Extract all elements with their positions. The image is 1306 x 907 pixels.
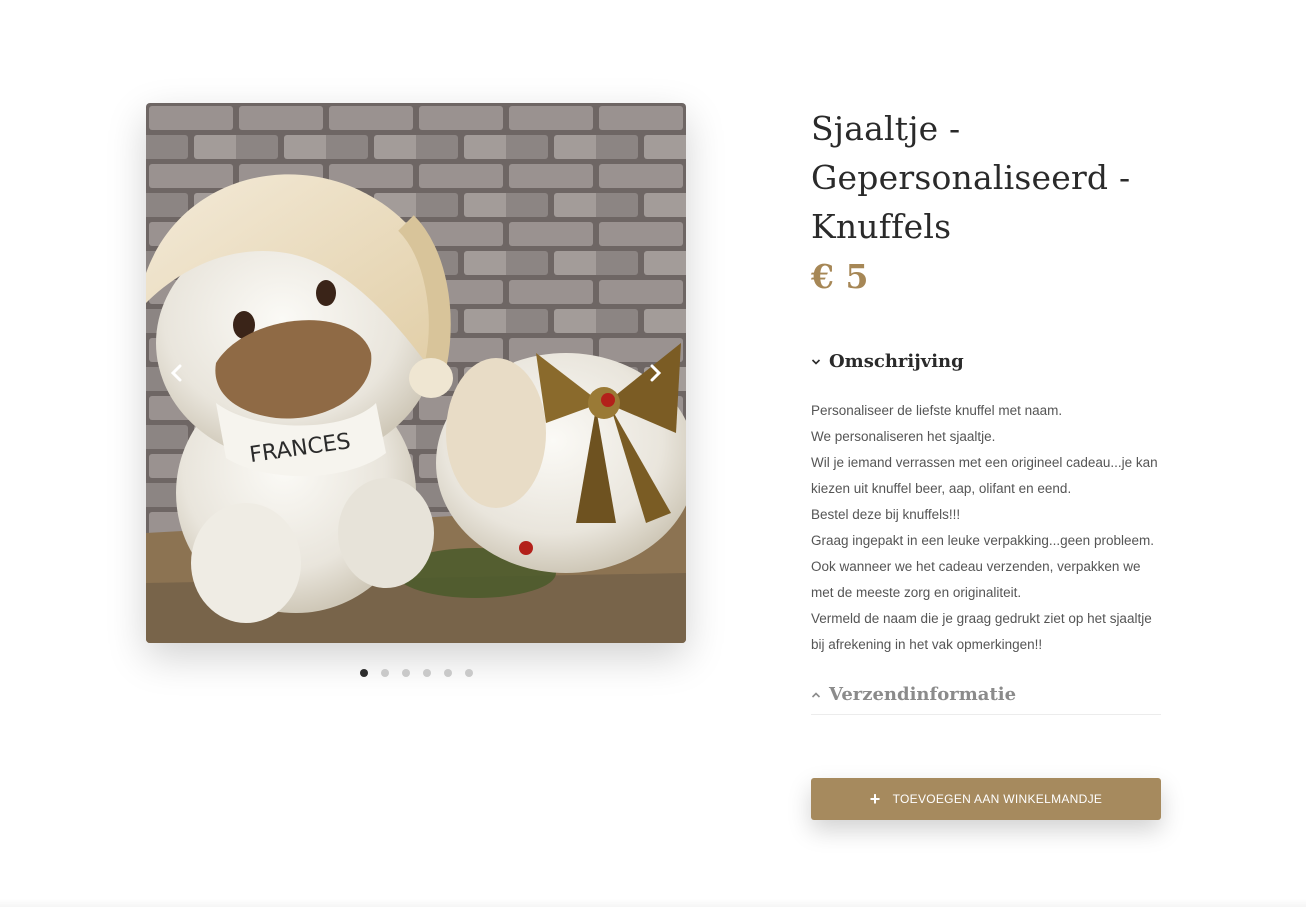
chevron-right-icon bbox=[650, 364, 662, 382]
gallery-dot-5[interactable] bbox=[443, 669, 452, 677]
page-bottom-shadow bbox=[0, 899, 1306, 907]
gallery-dot-1[interactable] bbox=[359, 669, 368, 677]
add-to-cart-label: TOEVOEGEN AAN WINKELMANDJE bbox=[892, 792, 1103, 806]
chevron-up-icon bbox=[811, 691, 825, 699]
description-text: Personaliseer de liefste knuffel met naa… bbox=[811, 398, 1161, 658]
gallery-dot-6[interactable] bbox=[464, 669, 473, 677]
product-title-line: Gepersonaliseerd - bbox=[811, 158, 1131, 197]
gallery-dot-4[interactable] bbox=[422, 669, 431, 677]
product-price: € 5 bbox=[811, 257, 869, 296]
description-line: Wil je iemand verrassen met een originee… bbox=[811, 455, 1158, 496]
add-to-cart-button[interactable]: + TOEVOEGEN AAN WINKELMANDJE bbox=[811, 778, 1161, 820]
gallery-next-button[interactable] bbox=[641, 358, 671, 388]
chevron-left-icon bbox=[170, 364, 182, 382]
product-title-line: Knuffels bbox=[811, 207, 952, 246]
description-line: Graag ingepakt in een leuke verpakking..… bbox=[811, 533, 1154, 600]
product-image-gallery[interactable]: FRANCES bbox=[146, 103, 686, 643]
plus-icon: + bbox=[869, 789, 881, 809]
gallery-dot-3[interactable] bbox=[401, 669, 410, 677]
description-line: We personaliseren het sjaaltje. bbox=[811, 429, 996, 444]
description-heading: Omschrijving bbox=[829, 351, 964, 372]
chevron-down-icon bbox=[811, 358, 825, 366]
description-line: Bestel deze bij knuffels!!! bbox=[811, 507, 961, 522]
product-title: Sjaaltje - Gepersonaliseerd - Knuffels bbox=[811, 104, 1161, 251]
shipping-toggle[interactable]: Verzendinformatie bbox=[811, 684, 1161, 715]
gallery-prev-button[interactable] bbox=[161, 358, 191, 388]
description-line: Vermeld de naam die je graag gedrukt zie… bbox=[811, 611, 1152, 652]
product-title-line: Sjaaltje - bbox=[811, 109, 961, 148]
description-toggle[interactable]: Omschrijving bbox=[811, 351, 1161, 372]
shipping-heading: Verzendinformatie bbox=[829, 684, 1017, 705]
gallery-pagination bbox=[146, 669, 686, 677]
description-line: Personaliseer de liefste knuffel met naa… bbox=[811, 403, 1063, 418]
gallery-dot-2[interactable] bbox=[380, 669, 389, 677]
product-info: Sjaaltje - Gepersonaliseerd - Knuffels €… bbox=[811, 104, 1161, 715]
product-image: FRANCES bbox=[146, 103, 686, 643]
